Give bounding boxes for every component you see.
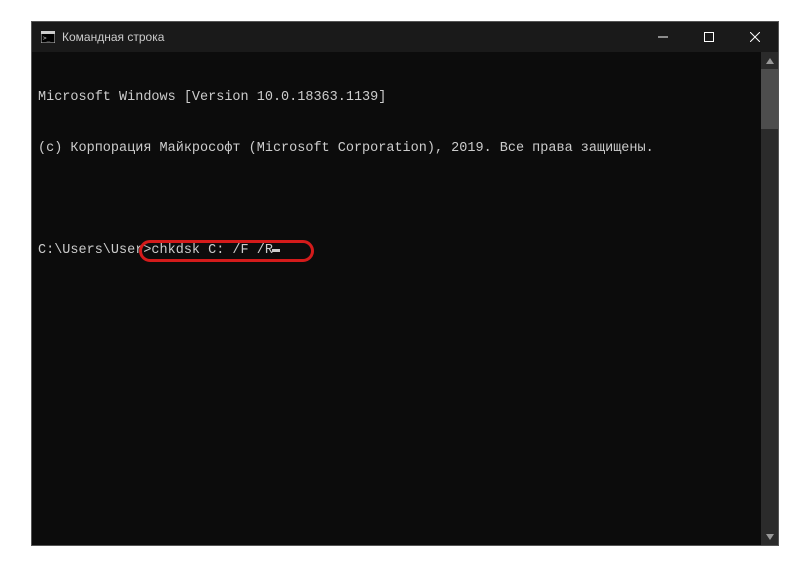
copyright-line: (c) Корпорация Майкрософт (Microsoft Cor… [38, 140, 772, 157]
maximize-button[interactable] [686, 22, 732, 52]
titlebar[interactable]: >_ Командная строка [32, 22, 778, 52]
command-prompt-window: >_ Командная строка Microsoft Windows [V… [31, 21, 779, 546]
window-title: Командная строка [62, 30, 640, 44]
terminal-output[interactable]: Microsoft Windows [Version 10.0.18363.11… [32, 52, 778, 545]
version-line: Microsoft Windows [Version 10.0.18363.11… [38, 89, 772, 106]
command-input[interactable]: chkdsk C: /F /R [151, 242, 273, 259]
svg-text:>_: >_ [43, 35, 51, 42]
close-button[interactable] [732, 22, 778, 52]
cmd-icon: >_ [40, 29, 56, 45]
scrollbar-thumb[interactable] [761, 69, 778, 129]
vertical-scrollbar[interactable] [761, 52, 778, 545]
scroll-down-arrow[interactable] [761, 528, 778, 545]
blank-line [38, 191, 772, 208]
prompt-text: C:\Users\User> [38, 242, 151, 259]
window-controls [640, 22, 778, 52]
minimize-button[interactable] [640, 22, 686, 52]
cursor [272, 249, 280, 252]
scroll-up-arrow[interactable] [761, 52, 778, 69]
prompt-line: C:\Users\User>chkdsk C: /F /R [38, 242, 772, 259]
